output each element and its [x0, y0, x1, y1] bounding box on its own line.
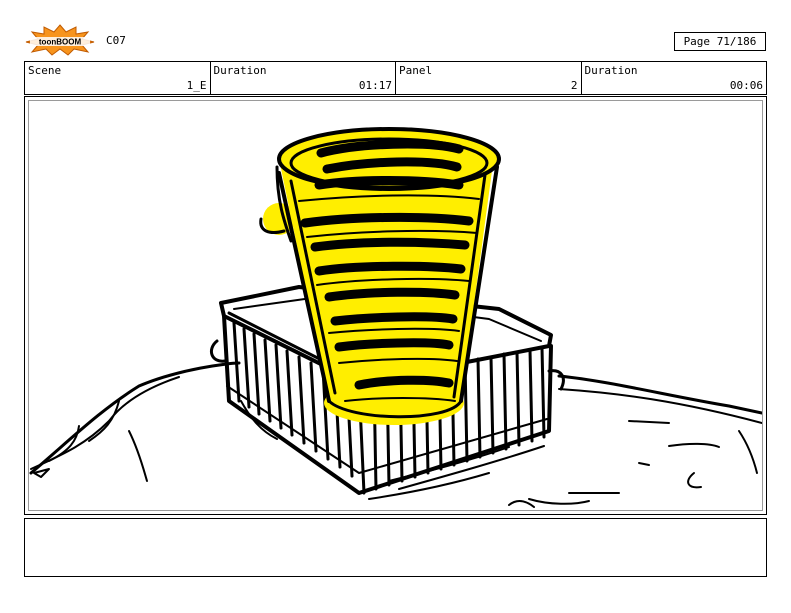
svg-text:toonBOOM: toonBOOM [39, 38, 82, 47]
page-label: Page [683, 35, 711, 48]
notes-box [24, 518, 767, 577]
panel-duration-value: 00:06 [729, 79, 763, 92]
scene-value: 1_E [186, 79, 207, 92]
project-code: C07 [106, 34, 126, 47]
sketch-drawing [29, 127, 762, 508]
toonboom-logo: toonBOOM [24, 24, 96, 56]
panel-duration-label: Duration [584, 64, 638, 77]
scene-duration-cell: Duration 01:17 [211, 62, 396, 94]
panel-duration-cell: Duration 00:06 [582, 62, 767, 94]
panel-cell: Panel 2 [396, 62, 582, 94]
scene-duration-value: 01:17 [358, 79, 392, 92]
page-indicator: Page 71/186 [674, 32, 766, 51]
info-bar: Scene 1_E Duration 01:17 Panel 2 Duratio… [24, 61, 767, 95]
storyboard-panel [24, 96, 767, 515]
panel-value: 2 [570, 79, 578, 92]
panel-canvas [28, 100, 763, 511]
scene-duration-label: Duration [213, 64, 267, 77]
scene-label: Scene [28, 64, 62, 77]
page-number: 71/186 [716, 35, 757, 48]
panel-label: Panel [399, 64, 433, 77]
logo-burst-icon: toonBOOM [25, 24, 95, 56]
scene-cell: Scene 1_E [25, 62, 211, 94]
